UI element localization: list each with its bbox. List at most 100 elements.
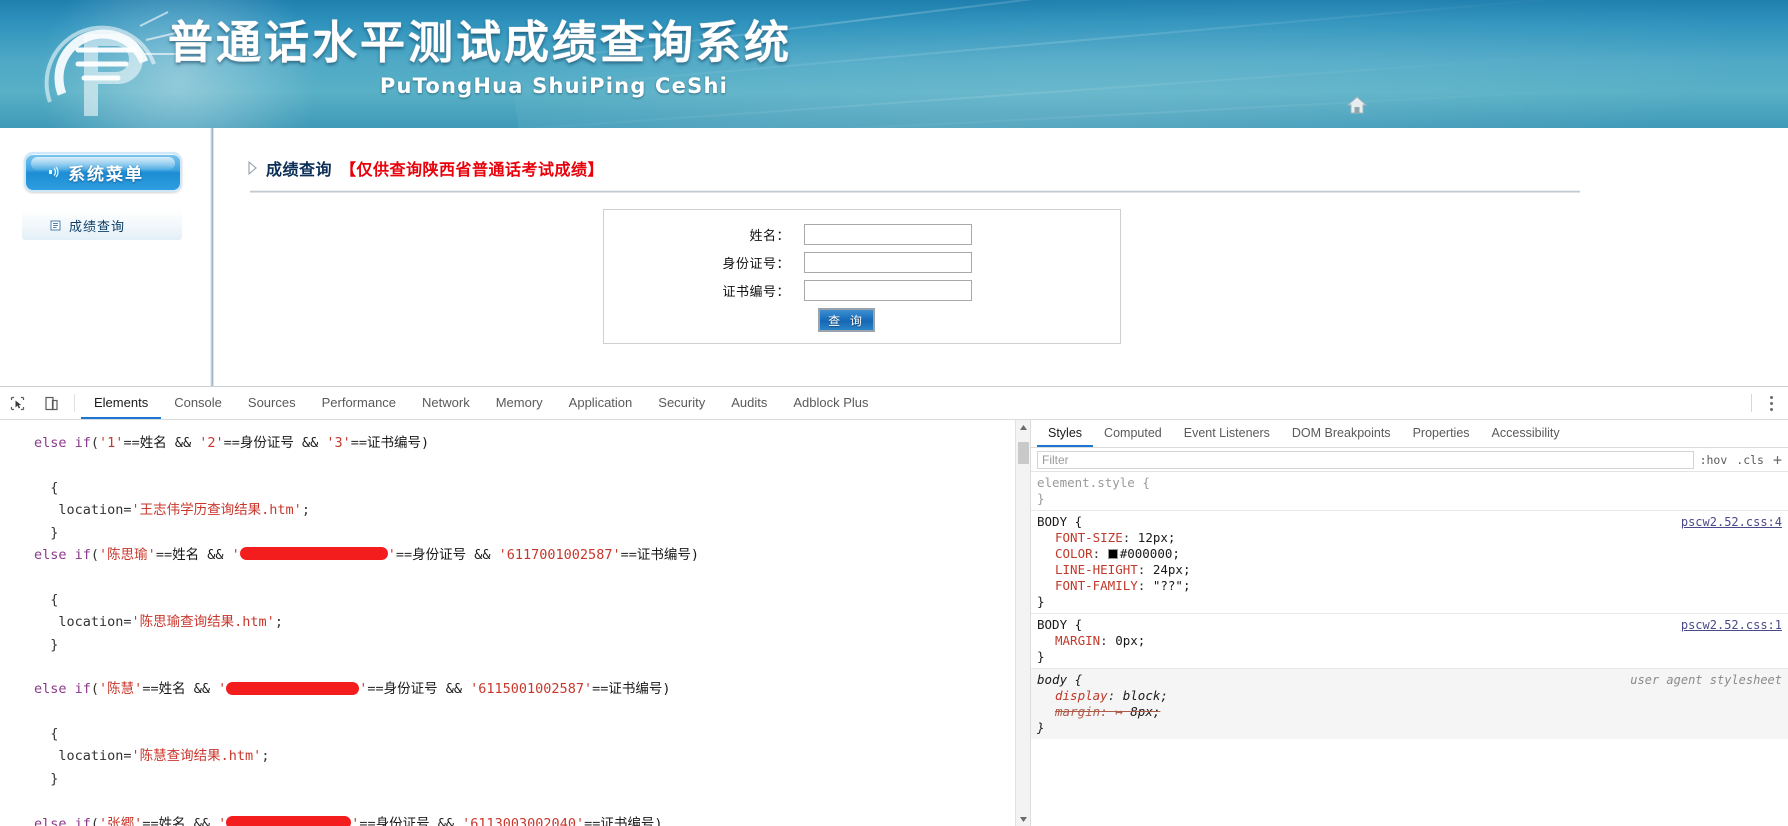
css-property-name[interactable]: COLOR [1055,546,1093,561]
css-property-value[interactable]: "??"; [1153,578,1191,593]
code-token: '3' [326,435,351,451]
code-token: 证书编号) [636,546,699,563]
css-property-name[interactable]: FONT-FAMILY [1055,578,1138,593]
certificate-number-label: 证书编号： [722,285,790,300]
new-style-rule-button[interactable]: + [1773,451,1782,469]
css-declaration[interactable]: MARGIN: 0px; [1037,633,1788,649]
toggle-hover-state-button[interactable]: :hov [1700,453,1728,467]
scroll-up-icon[interactable] [1016,420,1030,435]
devtools-toolbar: Elements Console Sources Performance Net… [0,387,1788,420]
tab-console[interactable]: Console [161,387,235,419]
css-rule: BODY {pscw2.52.css:1 MARGIN: 0px;} [1031,613,1788,668]
tab-security[interactable]: Security [645,387,718,419]
styles-tab-properties[interactable]: Properties [1402,420,1481,447]
banner-streak [700,88,1600,128]
css-property-name[interactable]: margin [1055,704,1100,719]
code-token: 姓名 && [172,546,232,563]
code-line: } [34,634,1030,656]
form-row-id-number: 身份证号： [604,252,1120,273]
tab-performance[interactable]: Performance [309,387,409,419]
css-declaration[interactable]: FONT-SIZE: 12px; [1037,530,1788,546]
devtools-body: else if('1'==姓名 && '2'==身份证号 && '3'==证书编… [0,420,1788,826]
code-token: == [620,546,637,563]
styles-filter-input[interactable] [1037,450,1694,469]
page-title-note: 【仅供查询陕西省普通话考试成绩】 [340,160,605,179]
code-token: ; [274,614,283,631]
css-property-value[interactable]: 24px; [1153,562,1191,577]
css-declaration[interactable]: margin: ↦ 8px; [1037,704,1788,720]
tab-network[interactable]: Network [409,387,483,419]
id-number-input[interactable] [804,252,972,273]
code-line: else if('陈慧'==姓名 && ' '==身份证号 && '6115001… [34,678,1030,700]
devtools-tab-bar: Elements Console Sources Performance Net… [81,387,882,419]
code-token: '2' [199,435,224,451]
site-title-cn: 普通话水平测试成绩查询系统 [168,16,793,69]
elements-scrollbar[interactable] [1015,420,1030,826]
certificate-number-input[interactable] [804,280,972,301]
code-token: else if [34,435,91,451]
stylesheet-origin-link[interactable]: pscw2.52.css:4 [1681,514,1782,530]
css-property-name[interactable]: LINE-HEIGHT [1055,562,1138,577]
query-submit-button[interactable]: 查 询 [818,308,875,332]
color-swatch-icon[interactable] [1107,549,1118,559]
css-property-name[interactable]: FONT-SIZE [1055,530,1123,545]
styles-tab-dom-breakpoints[interactable]: DOM Breakpoints [1281,420,1402,447]
inspect-element-icon[interactable] [0,387,34,419]
tab-sources[interactable]: Sources [235,387,309,419]
code-token: == [584,815,601,826]
code-token: location= [34,614,132,631]
code-token: 姓名 && [158,815,219,826]
stylesheet-origin-link[interactable]: pscw2.52.css:1 [1681,617,1782,633]
tab-audits[interactable]: Audits [718,387,780,419]
css-selector[interactable]: element.style { [1037,475,1788,491]
css-property-name[interactable]: MARGIN [1055,633,1100,648]
score-query-form: 姓名： 身份证号： 证书编号： 查 询 [603,209,1121,344]
code-token: 身份证号 && [383,681,471,698]
tab-adblock-plus[interactable]: Adblock Plus [780,387,881,419]
sidebar-item-score-query[interactable]: 成绩查询 [22,210,182,240]
css-rules-list: element.style {} BODY {pscw2.52.css:4 FONT… [1031,472,1788,739]
code-token: location= [34,502,132,519]
name-input[interactable] [804,224,972,245]
home-icon[interactable] [1346,94,1368,116]
code-token: == [123,435,140,451]
css-property-value[interactable]: #000000; [1120,546,1180,561]
css-property-name[interactable]: display [1055,688,1108,703]
css-selector[interactable]: BODY { [1037,514,1788,530]
css-declaration[interactable]: display: block; [1037,688,1788,704]
page-title-text: 成绩查询 [266,160,333,179]
device-toolbar-icon[interactable] [34,387,68,419]
css-selector[interactable]: BODY { [1037,617,1788,633]
css-rule-close-brace: } [1037,594,1045,609]
css-declaration[interactable]: LINE-HEIGHT: 24px; [1037,562,1788,578]
code-token: == [223,435,240,451]
css-property-value[interactable]: 12px; [1138,530,1176,545]
banner-title-block: 普通话水平测试成绩查询系统 PuTongHua ShuiPing CeShi [168,14,793,98]
code-line: location='陈思瑜查询结果.htm'; [34,611,1030,633]
code-token: 证书编号) [608,681,671,698]
styles-tab-event-listeners[interactable]: Event Listeners [1173,420,1281,447]
tab-memory[interactable]: Memory [483,387,556,419]
styles-tab-computed[interactable]: Computed [1093,420,1173,447]
scrollbar-thumb[interactable] [1018,442,1029,464]
styles-tab-accessibility[interactable]: Accessibility [1481,420,1571,447]
styles-tab-styles[interactable]: Styles [1037,420,1094,447]
toggle-class-button[interactable]: .cls [1736,453,1764,467]
css-declaration[interactable]: FONT-FAMILY: "??"; [1037,578,1788,594]
scroll-down-icon[interactable] [1016,812,1030,826]
css-declaration[interactable]: COLOR: #000000; [1037,546,1788,562]
code-line: { [34,723,1030,745]
more-options-icon[interactable] [1762,395,1780,411]
css-property-value[interactable]: 8px; [1130,704,1160,719]
tab-elements[interactable]: Elements [81,387,162,419]
styles-pane: Styles Computed Event Listeners DOM Brea… [1030,420,1788,826]
source-code-view[interactable]: else if('1'==姓名 && '2'==身份证号 && '3'==证书编… [0,420,1030,826]
code-token: '张郷' [99,815,143,826]
tab-application[interactable]: Application [556,387,646,419]
code-token: == [367,681,384,698]
code-token: location= [34,748,132,765]
css-property-value[interactable]: block; [1123,688,1168,703]
css-property-value[interactable]: 0px; [1115,633,1145,648]
sidebar-menu-header[interactable]: 系统菜单 [24,152,182,192]
